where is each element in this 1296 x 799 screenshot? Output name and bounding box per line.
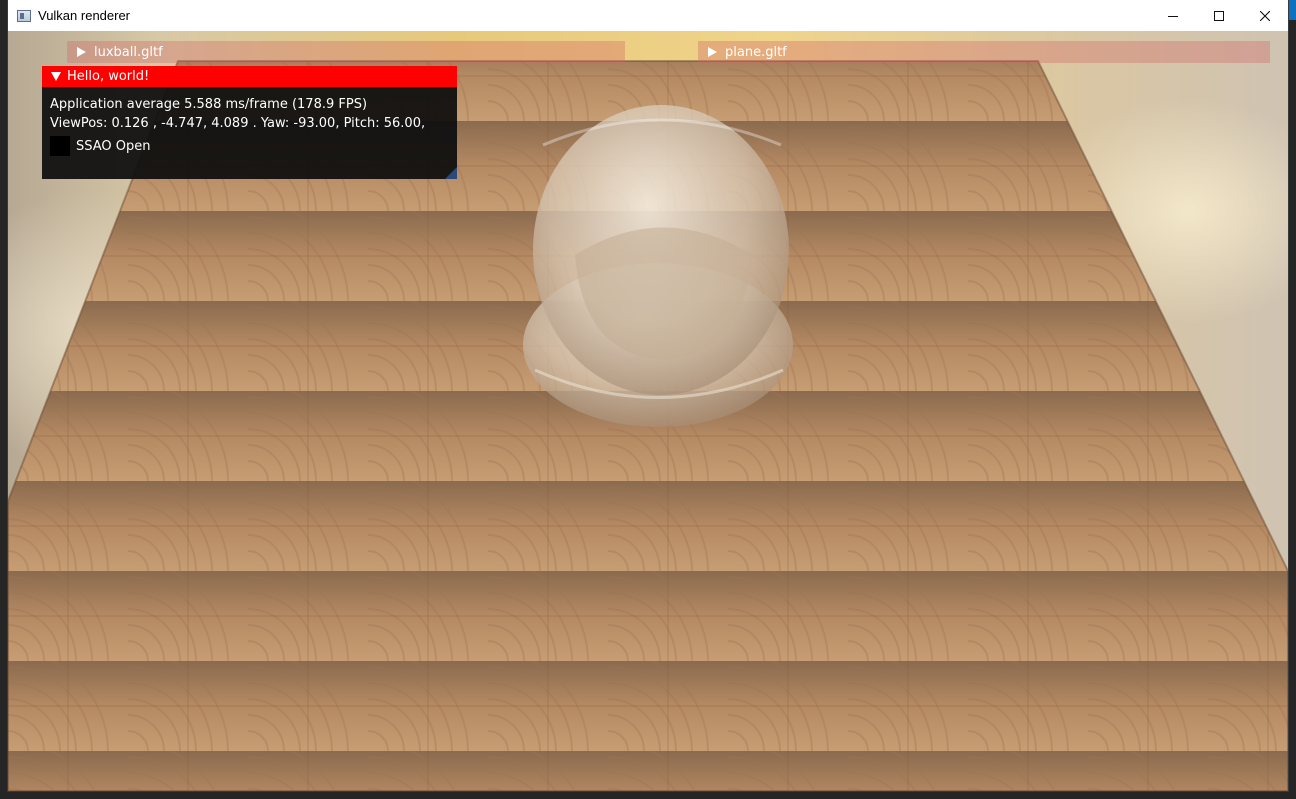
maximize-button[interactable] bbox=[1196, 0, 1242, 31]
render-viewport[interactable]: luxball.gltf plane.gltf Hello, world! Ap… bbox=[8, 31, 1288, 791]
app-window: Vulkan renderer luxball.gltf plane.gltf … bbox=[8, 0, 1288, 791]
ssao-checkbox[interactable] bbox=[50, 136, 70, 156]
minimize-icon bbox=[1168, 11, 1178, 21]
collapse-arrow-right-icon bbox=[708, 47, 717, 57]
minimize-button[interactable] bbox=[1150, 0, 1196, 31]
window-controls bbox=[1150, 0, 1288, 31]
luxball-model bbox=[513, 105, 803, 439]
luxball-panel-label: luxball.gltf bbox=[94, 44, 163, 60]
debug-window-body: Application average 5.588 ms/frame (178.… bbox=[42, 87, 457, 156]
debug-window: Hello, world! Application average 5.588 … bbox=[42, 66, 457, 179]
title-bar[interactable]: Vulkan renderer bbox=[8, 0, 1288, 31]
maximize-icon bbox=[1214, 10, 1224, 21]
viewpos-text: ViewPos: 0.126 , -4.747, 4.089 . Yaw: -9… bbox=[50, 116, 426, 131]
close-icon bbox=[1260, 10, 1270, 21]
debug-window-title: Hello, world! bbox=[67, 69, 150, 84]
app-window-icon bbox=[17, 9, 31, 22]
luxball-panel-header[interactable]: luxball.gltf bbox=[67, 41, 625, 63]
window-title: Vulkan renderer bbox=[38, 8, 131, 23]
resize-grip[interactable] bbox=[445, 167, 457, 179]
debug-window-title-bar[interactable]: Hello, world! bbox=[42, 66, 457, 87]
desktop-side-tab bbox=[1288, 0, 1296, 20]
ssao-checkbox-label: SSAO Open bbox=[76, 138, 151, 154]
plane-panel-header[interactable]: plane.gltf bbox=[698, 41, 1270, 63]
collapse-arrow-down-icon[interactable] bbox=[51, 72, 61, 81]
fps-text: Application average 5.588 ms/frame (178.… bbox=[50, 97, 368, 112]
ssao-checkbox-row[interactable]: SSAO Open bbox=[50, 136, 457, 156]
collapse-arrow-right-icon bbox=[77, 47, 86, 57]
plane-panel-label: plane.gltf bbox=[725, 44, 787, 60]
close-button[interactable] bbox=[1242, 0, 1288, 31]
